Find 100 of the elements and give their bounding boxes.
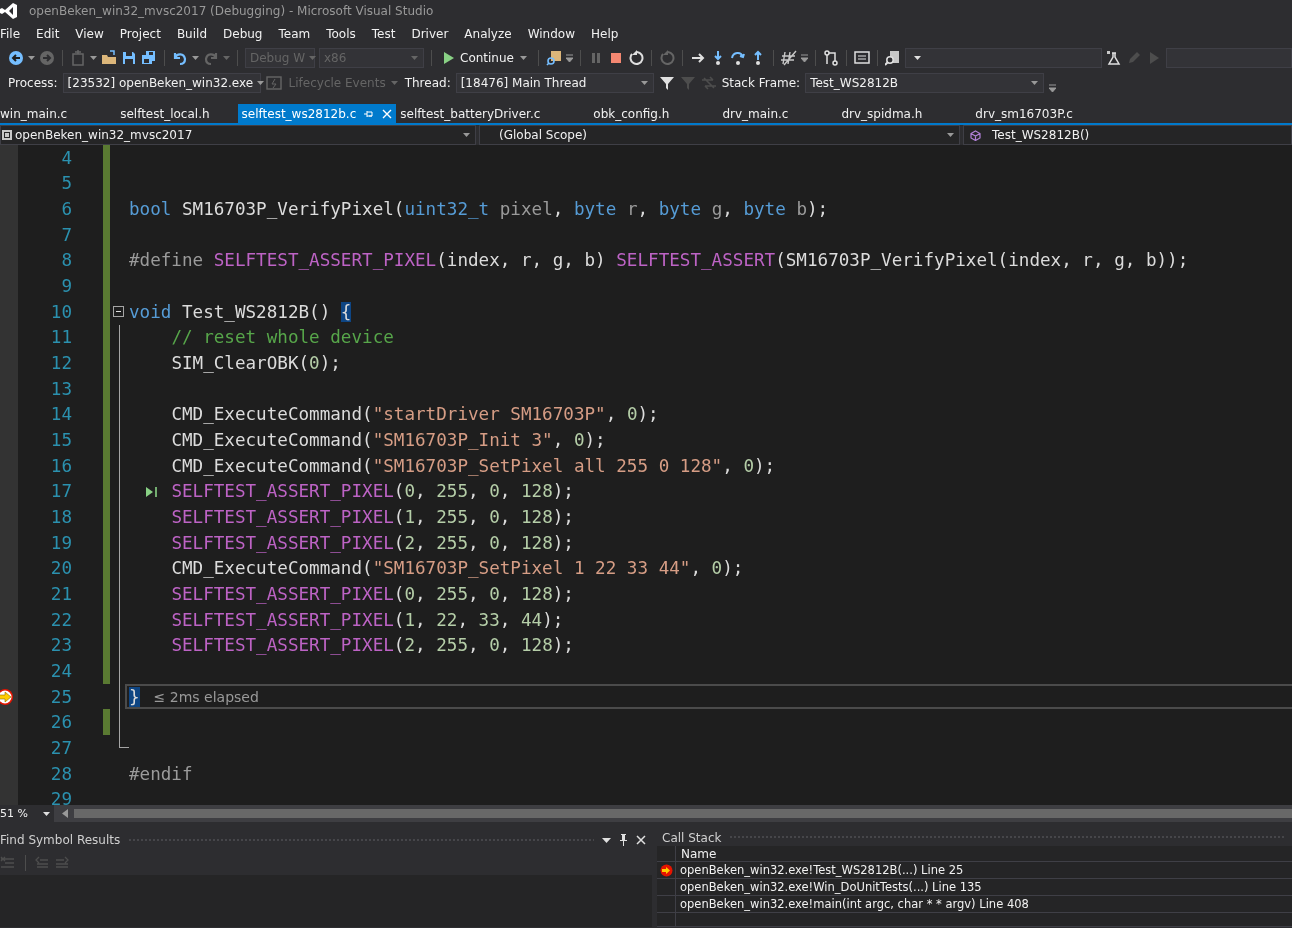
- line-number: 24: [49, 660, 72, 681]
- line-number: 18: [49, 507, 72, 527]
- overflow-icon[interactable]: [1049, 84, 1057, 92]
- filter-icon[interactable]: [658, 75, 675, 91]
- code-line: SELFTEST_ASSERT_PIXEL(2, 255, 0, 128);: [171, 532, 574, 553]
- line-number: 7: [60, 224, 72, 245]
- line-number: 27: [49, 737, 72, 758]
- thread-dropdown[interactable]: [18476] Main Thread: [455, 73, 654, 93]
- graph-icon[interactable]: [822, 50, 839, 66]
- search-icon[interactable]: [884, 50, 901, 66]
- call-stack-frame[interactable]: openBeken_win32.exe!Win_DoUnitTests(...) Line 135: [676, 880, 982, 895]
- code-line: CMD_ExecuteCommand("SM16703P_SetPixel all 255 0 128", 0);: [171, 455, 776, 476]
- caret-icon: [309, 56, 317, 60]
- menu-item[interactable]: Window: [519, 27, 583, 41]
- caret-icon: [411, 56, 418, 60]
- code-line: SIM_ClearOBK(0);: [171, 353, 341, 374]
- caret-icon: [1031, 81, 1039, 85]
- line-number: 15: [49, 430, 72, 451]
- line-number: 13: [49, 378, 72, 399]
- line-number: 22: [49, 609, 72, 630]
- menu-item[interactable]: Debug: [215, 27, 271, 41]
- menu-item[interactable]: Help: [582, 27, 627, 41]
- menu-item[interactable]: Test: [363, 27, 404, 41]
- horizontal-scrollbar[interactable]: [74, 809, 1292, 818]
- caret-icon: [519, 56, 527, 60]
- pin-icon[interactable]: [619, 834, 628, 846]
- line-number: 5: [60, 173, 72, 194]
- call-stack-frame[interactable]: openBeken_win32.exe!Test_WS2812B(...) Line 25: [676, 863, 964, 878]
- file-tab[interactable]: drv_sm16703P.c: [971, 104, 1101, 123]
- line-number: 12: [49, 353, 72, 374]
- line-number: 16: [49, 455, 72, 476]
- stack-frame-dropdown[interactable]: Test_WS2812B: [805, 73, 1045, 93]
- menu-item[interactable]: Analyze: [456, 27, 520, 41]
- line-number: 6: [60, 199, 72, 220]
- line-number: 26: [49, 712, 72, 733]
- flask-icon[interactable]: [1105, 50, 1122, 66]
- scroll-left-icon[interactable]: [62, 809, 68, 818]
- column-header[interactable]: Name: [676, 846, 717, 861]
- line-number: 8: [60, 250, 72, 271]
- scope-dropdown[interactable]: (Global Scope): [479, 125, 960, 145]
- menu-item[interactable]: Edit: [28, 27, 68, 41]
- menu-item[interactable]: Driver: [403, 27, 457, 41]
- menu-item[interactable]: File: [0, 27, 29, 41]
- file-tab[interactable]: drv_spidma.h: [837, 104, 972, 123]
- run-to-click-icon[interactable]: [145, 485, 159, 498]
- close-icon[interactable]: [636, 835, 646, 845]
- app-logo-icon: [0, 2, 18, 20]
- menu-item[interactable]: Team: [270, 27, 319, 41]
- find-in-files-icon[interactable]: [545, 50, 562, 66]
- caret-icon[interactable]: [90, 56, 97, 60]
- line-number: 25: [49, 686, 72, 707]
- undo-icon[interactable]: [172, 50, 188, 66]
- caret-icon: [43, 811, 50, 816]
- save-icon[interactable]: [121, 50, 137, 66]
- process-label: Process:: [8, 76, 58, 90]
- code-line: void Test_WS2812B() {: [129, 301, 352, 322]
- file-tab[interactable]: selftest_local.h: [116, 104, 238, 123]
- line-number: 21: [49, 584, 72, 604]
- caret-icon[interactable]: [602, 837, 611, 843]
- save-all-icon[interactable]: [141, 50, 157, 66]
- step-over-icon[interactable]: [729, 50, 746, 66]
- line-number: 9: [60, 276, 72, 297]
- panel-title: Call Stack: [662, 830, 722, 845]
- menu-item[interactable]: Build: [168, 27, 215, 41]
- file-tab[interactable]: drv_main.c: [718, 104, 838, 123]
- line-number: 14: [49, 404, 72, 425]
- line-number: 19: [49, 532, 72, 553]
- file-tab[interactable]: selftest_batteryDriver.c: [396, 104, 590, 123]
- overflow-icon[interactable]: [800, 54, 808, 62]
- overflow-icon[interactable]: [565, 54, 573, 62]
- caret-icon[interactable]: [192, 56, 199, 60]
- restart-icon[interactable]: [627, 50, 644, 66]
- menu-item[interactable]: Tools: [318, 27, 364, 41]
- file-tab[interactable]: win_main.c: [0, 104, 117, 123]
- thread-label: Thread:: [404, 76, 451, 90]
- caret-icon: [640, 81, 648, 85]
- caret-icon: [913, 56, 921, 60]
- code-line: #endif: [129, 763, 193, 784]
- code-line: CMD_ExecuteCommand("SM16703P_Init 3", 0);: [171, 430, 606, 451]
- code-editor[interactable]: [0, 145, 1292, 805]
- caret-icon[interactable]: [28, 56, 35, 60]
- member-dropdown[interactable]: Test_WS2812B(): [963, 125, 1292, 145]
- line-number: 4: [60, 147, 72, 168]
- folder-icon[interactable]: [101, 50, 117, 66]
- call-stack-frame[interactable]: openBeken_win32.exe!main(int argc, char * * argv) Line 408: [676, 897, 1029, 912]
- code-line: SELFTEST_ASSERT_PIXEL(0, 255, 0, 128);: [171, 584, 574, 604]
- back-icon[interactable]: [8, 50, 24, 66]
- zoom-dropdown[interactable]: 51 %: [0, 805, 54, 822]
- code-line: SELFTEST_ASSERT_PIXEL(0, 255, 0, 128);: [171, 481, 574, 502]
- process-dropdown[interactable]: [23532] openBeken_win32.exe: [62, 73, 261, 93]
- code-line: bool SM16703P_VerifyPixel(uint32_t pixel, byte r, byte g, byte b);: [129, 199, 829, 220]
- menu-item[interactable]: Project: [111, 27, 169, 41]
- caret-icon: [257, 81, 265, 85]
- menu-item[interactable]: View: [67, 27, 112, 41]
- project-dropdown[interactable]: openBeken_win32_mvsc2017: [0, 125, 476, 145]
- window-icon[interactable]: [853, 50, 870, 66]
- file-tab[interactable]: obk_config.h: [589, 104, 719, 123]
- continue-button[interactable]: Continue: [439, 47, 531, 69]
- collapse-icon[interactable]: [113, 306, 124, 318]
- cube-icon: [970, 129, 981, 141]
